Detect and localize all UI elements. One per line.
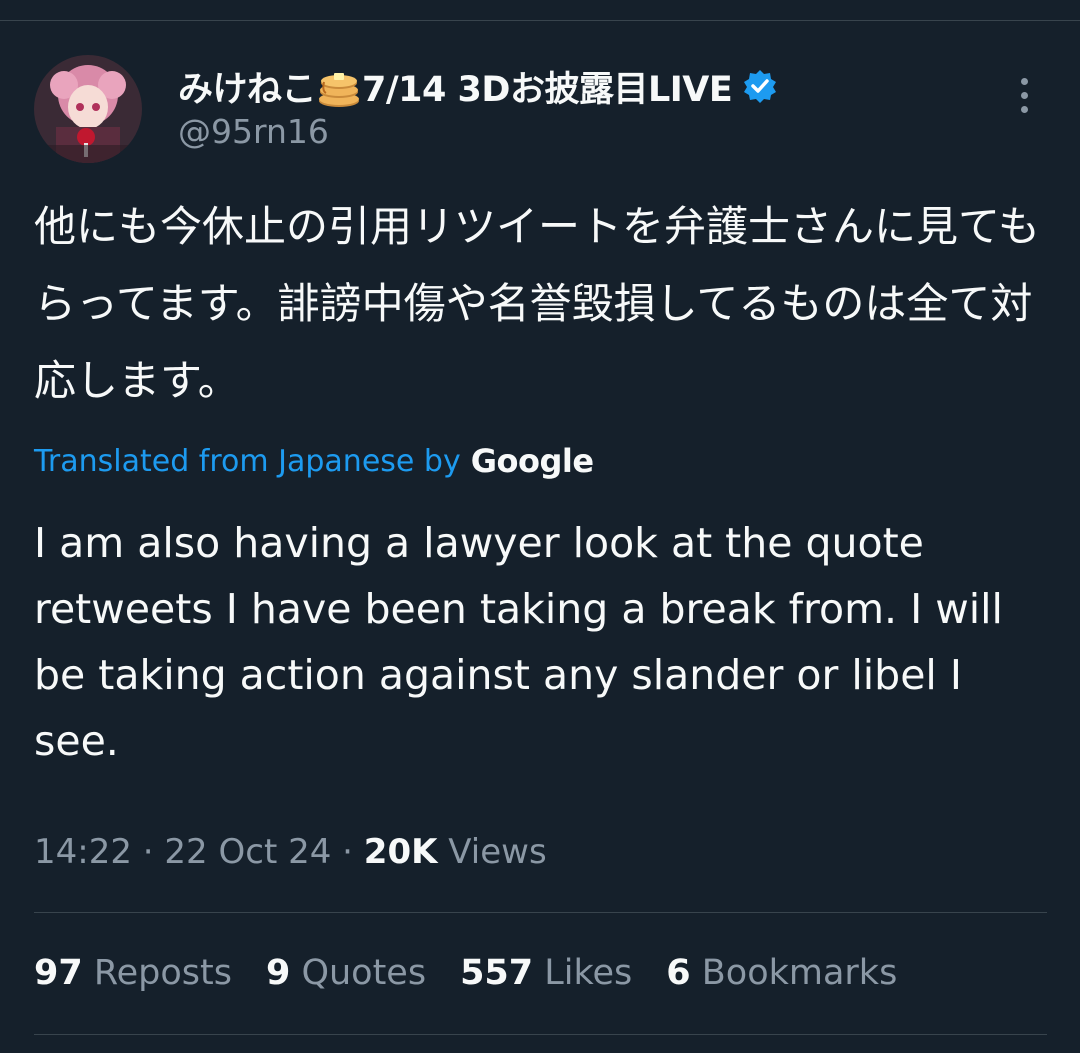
- translated-text: I am also having a lawyer look at the qu…: [34, 519, 1003, 765]
- tweet-time[interactable]: 14:22: [34, 832, 132, 872]
- quotes-stat[interactable]: 9 Quotes: [266, 953, 426, 993]
- more-options-icon[interactable]: [1010, 78, 1038, 118]
- likes-stat[interactable]: 557 Likes: [460, 953, 632, 993]
- top-divider: [0, 20, 1080, 21]
- translated-from-label[interactable]: Translated from Japanese by: [34, 444, 461, 479]
- tweet-date[interactable]: 22 Oct 24: [164, 832, 331, 872]
- author-handle[interactable]: @95rn16: [178, 112, 329, 151]
- meta-separator: ·: [331, 832, 364, 872]
- quotes-count: 9: [265, 953, 291, 993]
- pancake-emoji-icon: [316, 63, 362, 109]
- stats-divider-bottom: [34, 1034, 1047, 1035]
- tweet-metadata: 14:22 · 22 Oct 24 · 20K Views: [34, 832, 547, 872]
- verified-badge-icon[interactable]: [742, 68, 778, 104]
- engagement-stats: 97 Reposts 9 Quotes 557 Likes 6 Bookmark…: [34, 953, 931, 993]
- stats-divider-top: [34, 912, 1047, 913]
- google-logo: Google: [470, 442, 594, 480]
- bookmarks-stat[interactable]: 6 Bookmarks: [666, 953, 897, 993]
- views-label[interactable]: Views: [437, 832, 546, 872]
- views-count[interactable]: 20K: [364, 832, 438, 872]
- tweet-text: 他にも今休止の引用リツイートを弁護士さんに見てもらってます。誹謗中傷や名誉毀損し…: [34, 202, 1040, 405]
- bookmarks-label: Bookmarks: [690, 953, 898, 993]
- avatar[interactable]: [34, 55, 142, 163]
- likes-label: Likes: [533, 953, 633, 993]
- bookmarks-count: 6: [666, 953, 691, 993]
- avatar-image: [34, 55, 142, 163]
- translation-attribution: Translated from Japanese by Google: [34, 436, 594, 486]
- author-name-row[interactable]: みけねこ 7/14 3Dお披露目LIVE: [178, 58, 778, 114]
- meta-separator: ·: [131, 832, 165, 872]
- reposts-label: Reposts: [82, 953, 232, 993]
- quotes-label: Quotes: [290, 953, 427, 993]
- display-name-suffix[interactable]: 7/14 3Dお披露目LIVE: [362, 61, 733, 112]
- reposts-count: 97: [34, 953, 83, 993]
- likes-count: 557: [460, 953, 534, 993]
- reposts-stat[interactable]: 97 Reposts: [34, 953, 232, 993]
- display-name[interactable]: みけねこ: [178, 61, 317, 112]
